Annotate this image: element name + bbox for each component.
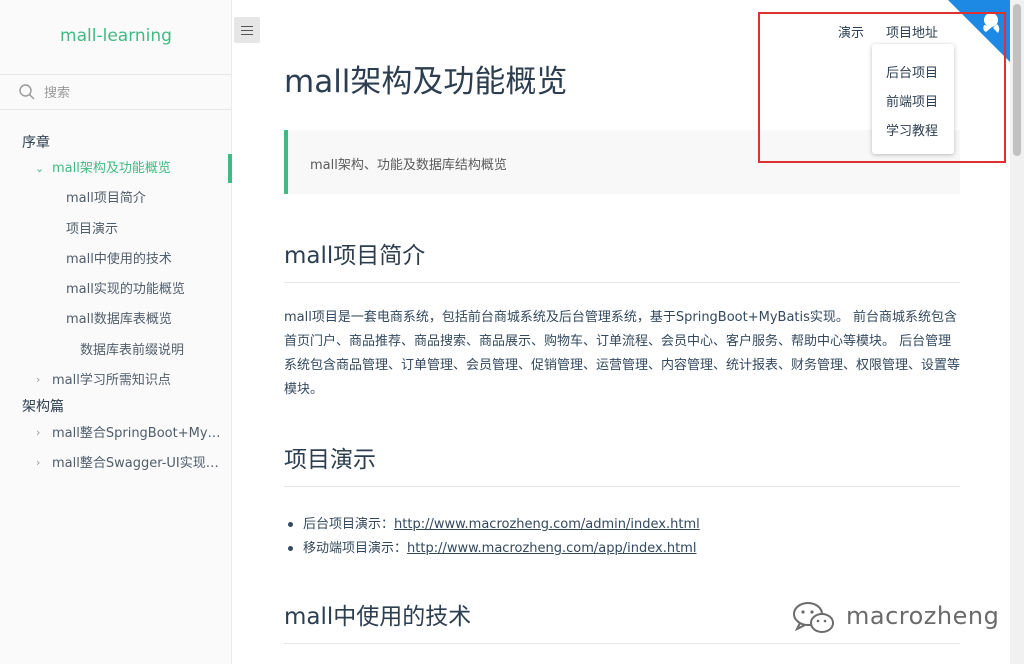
menu-icon (241, 26, 253, 27)
sidebar-item-swagger[interactable]: mall整合Swagger-UI实现在线API文档 (52, 455, 228, 473)
menu-icon-line (241, 34, 253, 35)
sidebar-section-architecture[interactable]: 架构篇 (22, 398, 64, 416)
chevron-down-icon[interactable]: ⌄ (35, 160, 44, 178)
watermark-text: macrozheng (846, 602, 1000, 630)
demo-label: 后台项目演示： (303, 517, 395, 532)
chevron-right-icon[interactable]: › (36, 424, 40, 442)
sidebar-item-overview[interactable]: mall架构及功能概览 (52, 160, 171, 178)
wechat-icon (793, 602, 834, 633)
sidebar-item-demo[interactable]: 项目演示 (66, 221, 118, 239)
sidebar-item-springboot[interactable]: mall整合SpringBoot+MyBatis搭建基本骨架 (52, 425, 228, 443)
sidebar-item-knowledge[interactable]: mall学习所需知识点 (52, 372, 171, 390)
list-item: 后台项目演示：http://www.macrozheng.com/admin/i… (288, 513, 700, 532)
list-item: 移动端项目演示：http://www.macrozheng.com/app/in… (288, 537, 696, 556)
app-name[interactable]: mall-learning (0, 26, 232, 46)
sidebar-toggle-button[interactable] (234, 17, 260, 43)
scrollbar-thumb[interactable] (1013, 4, 1021, 156)
sidebar-item-features[interactable]: mall实现的功能概览 (66, 281, 185, 299)
chevron-right-icon[interactable]: › (36, 371, 40, 389)
watermark: macrozheng (790, 596, 1000, 638)
chevron-right-icon[interactable]: › (36, 454, 40, 472)
heading-intro: mall项目简介 (284, 236, 960, 283)
search-box (0, 74, 231, 110)
sidebar: mall-learning 序章 ⌄ mall架构及功能概览 mall项目简介 … (0, 0, 232, 664)
sidebar-item-db-overview[interactable]: mall数据库表概览 (66, 311, 172, 329)
menu-icon-line (241, 30, 253, 31)
intro-paragraph: mall项目是一套电商系统，包括前台商城系统及后台管理系统，基于SpringBo… (284, 310, 961, 397)
admin-demo-link[interactable]: http://www.macrozheng.com/admin/index.ht… (394, 517, 700, 532)
sidebar-item-db-prefix[interactable]: 数据库表前缀说明 (80, 342, 184, 360)
tip-text: mall架构、功能及数据库结构概览 (310, 158, 507, 173)
sidebar-section-preface[interactable]: 序章 (22, 134, 50, 152)
search-input[interactable] (42, 81, 226, 105)
sidebar-item-tech[interactable]: mall中使用的技术 (66, 251, 172, 269)
search-icon (19, 84, 35, 100)
sidebar-item-intro[interactable]: mall项目简介 (66, 190, 146, 208)
demo-label: 移动端项目演示： (303, 541, 408, 556)
app-demo-link[interactable]: http://www.macrozheng.com/app/index.html (407, 541, 696, 556)
bullet-dot (288, 522, 293, 527)
bullet-dot (288, 546, 293, 551)
page-title: mall架构及功能概览 (284, 64, 568, 100)
active-indicator (228, 154, 232, 183)
heading-demo: 项目演示 (284, 440, 960, 487)
scrollbar[interactable] (1010, 0, 1024, 664)
highlight-box (758, 12, 1006, 163)
